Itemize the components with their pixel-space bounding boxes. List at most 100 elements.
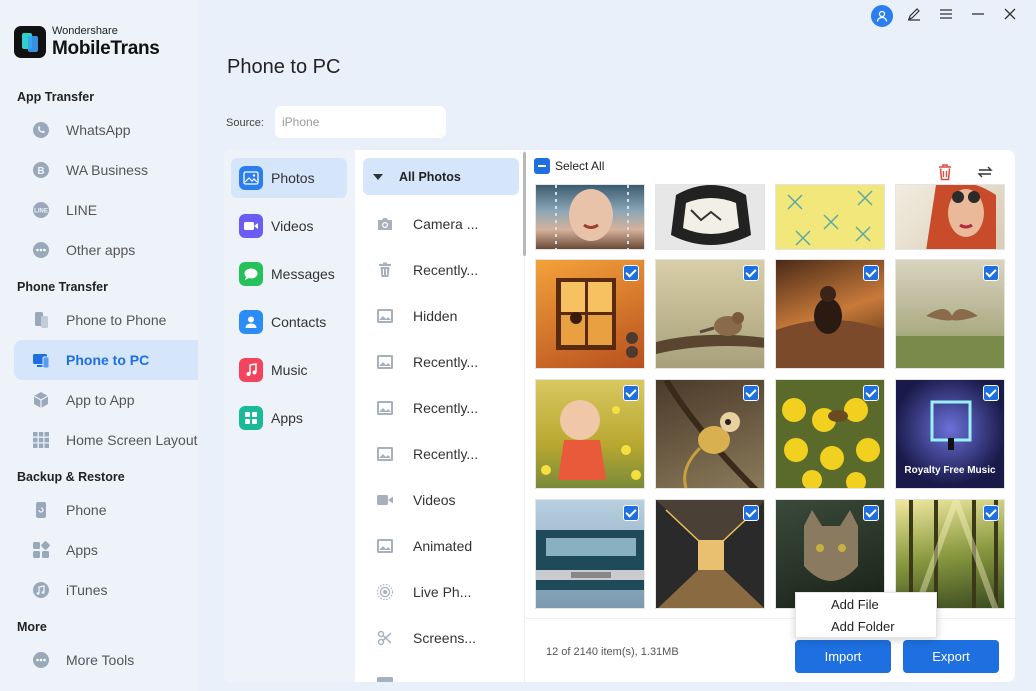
phone-backup-icon — [32, 501, 50, 519]
album-item[interactable]: Recently... — [375, 255, 515, 285]
source-device-field[interactable] — [275, 106, 446, 138]
photo-thumb[interactable] — [535, 499, 645, 609]
sidebar-item-phone-to-pc[interactable]: Phone to PC — [14, 340, 198, 380]
export-button[interactable]: Export — [903, 640, 999, 673]
photo-thumb[interactable] — [895, 259, 1005, 369]
sidebar-item-whatsapp[interactable]: WhatsApp — [14, 110, 198, 150]
sidebar-item-phone-to-phone[interactable]: Phone to Phone — [14, 300, 198, 340]
section-title-app-transfer: App Transfer — [17, 90, 95, 104]
svg-text:LINE: LINE — [34, 209, 48, 215]
hamburger-icon — [939, 7, 953, 25]
album-item[interactable]: Screens... — [375, 623, 515, 653]
checked-checkbox-icon[interactable] — [983, 385, 999, 401]
select-all-label: Select All — [555, 159, 605, 173]
album-item[interactable]: Live Ph... — [375, 577, 515, 607]
category-music[interactable]: Music — [231, 350, 347, 390]
photo-thumb[interactable] — [775, 379, 885, 489]
photo-thumb[interactable] — [535, 259, 645, 369]
photo-thumb[interactable] — [775, 184, 885, 250]
contacts-icon — [239, 310, 263, 334]
checked-checkbox-icon[interactable] — [983, 265, 999, 281]
trash-icon — [375, 261, 395, 279]
menu-button[interactable] — [930, 4, 962, 28]
selection-count: 12 of 2140 item(s), 1.31MB — [546, 646, 679, 658]
checked-checkbox-icon[interactable] — [743, 265, 759, 281]
category-label: Messages — [271, 266, 335, 282]
album-item-partial[interactable] — [375, 669, 515, 682]
image-icon — [375, 399, 395, 417]
photo-thumb[interactable] — [535, 379, 645, 489]
photo-thumb[interactable] — [535, 184, 645, 250]
section-title-backup-restore: Backup & Restore — [17, 470, 125, 484]
photo-thumb[interactable] — [655, 259, 765, 369]
album-all-photos[interactable]: All Photos — [363, 158, 519, 195]
album-item[interactable]: Animated — [375, 531, 515, 561]
sidebar-item-label: Phone to Phone — [66, 312, 167, 328]
photo-grid-area: Select All Royalty Free Music — [526, 150, 1015, 682]
checked-checkbox-icon[interactable] — [743, 505, 759, 521]
sidebar-item-home-screen-layout[interactable]: Home Screen Layout — [14, 420, 198, 460]
category-videos[interactable]: Videos — [231, 206, 347, 246]
category-contacts[interactable]: Contacts — [231, 302, 347, 342]
svg-text:B: B — [37, 166, 44, 177]
checked-checkbox-icon[interactable] — [863, 505, 879, 521]
category-label: Videos — [271, 218, 314, 234]
category-apps[interactable]: Apps — [231, 398, 347, 438]
album-label: Hidden — [413, 308, 458, 324]
close-button[interactable] — [994, 4, 1026, 28]
checked-checkbox-icon[interactable] — [623, 385, 639, 401]
photo-thumb[interactable] — [895, 184, 1005, 250]
sidebar-item-itunes[interactable]: iTunes — [14, 570, 198, 610]
checked-checkbox-icon[interactable] — [983, 505, 999, 521]
album-item[interactable]: Recently... — [375, 439, 515, 469]
apps-backup-icon — [32, 541, 50, 559]
photo-thumb[interactable] — [655, 499, 765, 609]
account-button[interactable] — [866, 4, 898, 28]
sidebar-item-apps-backup[interactable]: Apps — [14, 530, 198, 570]
sidebar-item-line[interactable]: LINE LINE — [14, 190, 198, 230]
section-title-more: More — [17, 620, 47, 634]
photo-thumb[interactable] — [655, 379, 765, 489]
refresh-button[interactable] — [975, 162, 995, 182]
photo-thumb[interactable] — [655, 184, 765, 250]
category-label: Music — [271, 362, 308, 378]
album-label: Recently... — [413, 400, 479, 416]
sidebar-item-more-tools[interactable]: More Tools — [14, 640, 198, 680]
photo-thumb[interactable] — [775, 259, 885, 369]
thumb-caption: Royalty Free Music — [904, 465, 996, 476]
album-item[interactable]: Videos — [375, 485, 515, 515]
menu-item-add-folder[interactable]: Add Folder — [796, 616, 936, 638]
app-to-app-icon — [32, 391, 50, 409]
category-photos[interactable]: Photos — [231, 158, 347, 198]
checked-checkbox-icon[interactable] — [743, 385, 759, 401]
itunes-icon — [32, 581, 50, 599]
source-label: Source: — [226, 117, 264, 129]
photos-icon — [239, 166, 263, 190]
sidebar-item-wa-business[interactable]: B WA Business — [14, 150, 198, 190]
album-item[interactable]: Recently... — [375, 393, 515, 423]
album-item[interactable]: Camera ... — [375, 209, 515, 239]
minimize-button[interactable] — [962, 4, 994, 28]
minimize-icon — [971, 7, 985, 25]
photo-thumb[interactable]: Royalty Free Music — [895, 379, 1005, 489]
sidebar-item-app-to-app[interactable]: App to App — [14, 380, 198, 420]
album-item[interactable]: Hidden — [375, 301, 515, 331]
album-item[interactable]: Recently... — [375, 347, 515, 377]
feedback-button[interactable] — [898, 4, 930, 28]
delete-button[interactable] — [935, 162, 955, 182]
album-label: Recently... — [413, 262, 479, 278]
checked-checkbox-icon[interactable] — [623, 265, 639, 281]
checked-checkbox-icon[interactable] — [623, 505, 639, 521]
video-icon — [375, 491, 395, 509]
select-all-checkbox[interactable]: Select All — [534, 158, 604, 174]
checked-checkbox-icon[interactable] — [863, 385, 879, 401]
album-label: Recently... — [413, 446, 479, 462]
window-controls — [866, 4, 1036, 28]
sidebar-item-other-apps[interactable]: Other apps — [14, 230, 198, 270]
menu-item-add-file[interactable]: Add File — [796, 594, 936, 616]
sidebar-item-phone-backup[interactable]: Phone — [14, 490, 198, 530]
import-button[interactable]: Import — [795, 640, 891, 673]
checked-checkbox-icon[interactable] — [863, 265, 879, 281]
sidebar-item-label: WhatsApp — [66, 122, 131, 138]
category-messages[interactable]: Messages — [231, 254, 347, 294]
